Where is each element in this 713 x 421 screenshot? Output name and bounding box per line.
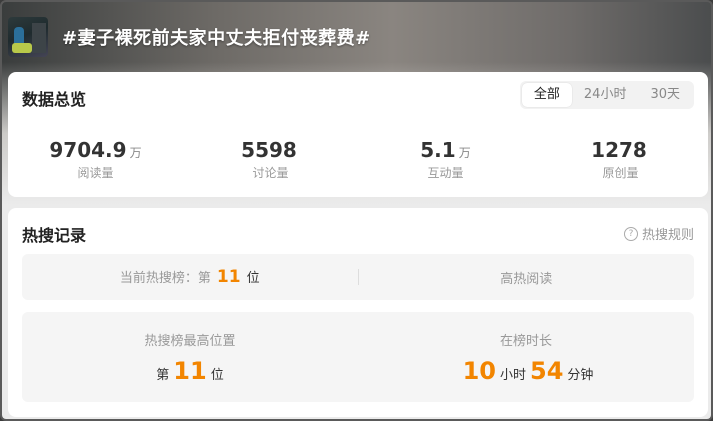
hot-search-title: 热搜记录 [22, 226, 87, 245]
stat-value: 5598 [241, 138, 297, 162]
rank-history-row: 热搜榜最高位置 第 11 位 在榜时长 10 小时 54 分钟 [22, 312, 694, 402]
topic-thumbnail[interactable] [8, 17, 48, 57]
tab-30d[interactable]: 30天 [638, 83, 692, 107]
overview-card: 数据总览 全部 24小时 30天 9704.9 万 阅读量 5598 讨论量 5.… [8, 72, 708, 197]
best-suffix: 位 [210, 368, 224, 383]
current-rank-suffix: 位 [246, 271, 260, 286]
minutes-unit: 分钟 [567, 368, 594, 383]
hot-read-label[interactable]: 高热阅读 [359, 268, 695, 287]
on-list-duration: 在榜时长 10 小时 54 分钟 [358, 312, 694, 402]
stat-original: 1278 原创量 [533, 138, 708, 181]
rules-label: 热搜规则 [641, 228, 694, 243]
hot-search-card: 热搜记录 ? 热搜规则 当前热搜榜：第 11 位 高热阅读 热搜榜最高位置 第 11 位… [8, 208, 708, 417]
duration-minutes: 54 [530, 357, 564, 385]
best-position-label: 热搜榜最高位置 [144, 334, 236, 349]
hot-search-rules-link[interactable]: ? 热搜规则 [623, 224, 694, 243]
hours-unit: 小时 [499, 368, 526, 383]
current-rank-row: 当前热搜榜：第 11 位 高热阅读 [22, 254, 694, 300]
current-rank-prefix: 当前热搜榜：第 [119, 271, 211, 286]
best-rank-value: 11 [173, 357, 207, 385]
question-circle-icon: ? [623, 226, 638, 241]
duration-label: 在榜时长 [499, 334, 552, 349]
stat-label: 讨论量 [252, 166, 289, 180]
time-range-tabs: 全部 24小时 30天 [519, 81, 694, 109]
stat-unit: 万 [129, 146, 142, 160]
stat-reads: 9704.9 万 阅读量 [8, 138, 183, 181]
best-position: 热搜榜最高位置 第 11 位 [22, 312, 358, 402]
current-rank: 当前热搜榜：第 11 位 [22, 267, 358, 287]
stat-value: 1278 [591, 138, 647, 162]
stat-label: 原创量 [602, 166, 639, 180]
tab-24h[interactable]: 24小时 [572, 83, 639, 107]
stat-value: 5.1 [420, 138, 456, 162]
page-frame: #妻子裸死前夫家中丈夫拒付丧葬费# 数据总览 全部 24小时 30天 9704.… [0, 0, 713, 421]
overview-title: 数据总览 [22, 90, 87, 109]
topic-header: #妻子裸死前夫家中丈夫拒付丧葬费# [8, 16, 371, 58]
stat-label: 阅读量 [77, 166, 114, 180]
stat-value: 9704.9 [49, 138, 127, 162]
best-prefix: 第 [156, 368, 170, 383]
current-rank-value: 11 [216, 267, 241, 287]
stat-unit: 万 [458, 146, 471, 160]
stat-interactions: 5.1 万 互动量 [358, 138, 533, 181]
duration-hours: 10 [462, 357, 496, 385]
tab-all[interactable]: 全部 [521, 83, 572, 107]
overview-stats: 9704.9 万 阅读量 5598 讨论量 5.1 万 互动量 1278 原创量 [8, 138, 708, 181]
topic-title: #妻子裸死前夫家中丈夫拒付丧葬费# [62, 28, 371, 49]
stat-discussions: 5598 讨论量 [183, 138, 358, 181]
stat-label: 互动量 [427, 166, 464, 180]
